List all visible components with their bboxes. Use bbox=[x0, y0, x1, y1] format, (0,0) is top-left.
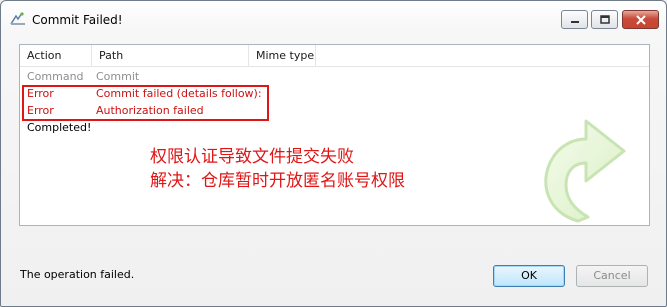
annotation-cause: 权限认证导致文件提交失败 bbox=[150, 147, 354, 167]
ok-button[interactable]: OK bbox=[493, 265, 565, 287]
window-title: Commit Failed! bbox=[32, 13, 123, 27]
minimize-button[interactable] bbox=[561, 10, 588, 29]
cancel-button[interactable]: Cancel bbox=[576, 265, 648, 287]
maximize-button[interactable] bbox=[591, 10, 618, 29]
error-highlight-box bbox=[22, 85, 269, 121]
commit-failed-dialog: Commit Failed! Action Path Mime type Com… bbox=[0, 0, 667, 307]
tortoisesvn-commit-icon bbox=[10, 12, 26, 26]
minimize-icon bbox=[570, 20, 579, 23]
maximize-icon bbox=[599, 15, 610, 24]
annotation-solution: 解决：仓库暂时开放匿名账号权限 bbox=[150, 171, 405, 191]
column-header-mime-type[interactable]: Mime type bbox=[249, 45, 316, 66]
row-path: Commit bbox=[96, 70, 140, 83]
close-button[interactable] bbox=[622, 10, 659, 29]
title-bar[interactable]: Commit Failed! bbox=[1, 1, 666, 37]
column-header-action[interactable]: Action bbox=[20, 45, 92, 66]
list-header: Action Path Mime type bbox=[20, 45, 649, 67]
results-list[interactable]: Action Path Mime type Command Commit Err… bbox=[19, 44, 650, 226]
close-icon bbox=[635, 14, 646, 25]
column-header-path[interactable]: Path bbox=[92, 45, 249, 66]
commit-arrow-watermark-icon bbox=[544, 119, 626, 223]
status-message: The operation failed. bbox=[20, 268, 135, 281]
list-row[interactable]: Command Commit bbox=[20, 69, 649, 85]
row-action: Completed! bbox=[27, 121, 92, 134]
row-action: Command bbox=[27, 70, 84, 83]
